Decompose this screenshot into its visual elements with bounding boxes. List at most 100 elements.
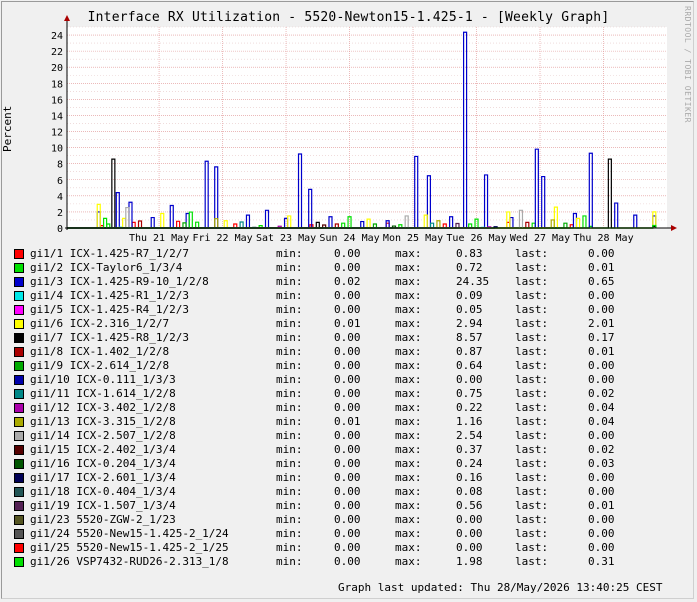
legend-last-value: 0.01 [588, 499, 615, 512]
legend-last-value: 0.01 [588, 345, 615, 358]
legend-swatch [14, 403, 24, 413]
legend-row: gi1/7 ICX-1.425-R8_1/2/3 min: 0.00 max: 8.57… [14, 331, 674, 345]
legend-min-label: min: [276, 429, 303, 442]
legend-series-name: gi1/10 ICX-0.111_1/3/3 [30, 373, 176, 386]
chart-plot: 024681012141618202224Thu 21 May Fri 22 Ma… [51, 15, 677, 244]
legend-min-label: min: [276, 289, 303, 302]
legend-last-value: 0.31 [588, 555, 615, 568]
legend-min-value: 0.00 [334, 499, 361, 512]
legend-min-label: min: [276, 387, 303, 400]
legend-min-value: 0.00 [334, 485, 361, 498]
y-tick-label: 24 [51, 31, 63, 42]
legend-row: gi1/18 ICX-0.404_1/3/4 min: 0.00 max: 0.08 la… [14, 485, 674, 499]
legend-max-label: max: [395, 289, 422, 302]
legend-min-label: min: [276, 373, 303, 386]
legend-last-label: last: [515, 317, 549, 330]
legend-swatch [14, 347, 24, 357]
legend-swatch [14, 557, 24, 567]
legend-last-value: 0.17 [588, 331, 615, 344]
legend-series-name: gi1/3 ICX-1.425-R9-10_1/2/8 [30, 275, 209, 288]
legend-last-label: last: [515, 303, 549, 316]
legend-last-label: last: [515, 261, 549, 274]
legend-swatch [14, 263, 24, 273]
y-tick-label: 10 [51, 144, 63, 155]
legend-swatch [14, 361, 24, 371]
legend-max-label: max: [395, 387, 422, 400]
legend-swatch [14, 389, 24, 399]
x-tick-label: Sun 24 May [319, 233, 379, 244]
legend-swatch [14, 319, 24, 329]
legend-min-label: min: [276, 499, 303, 512]
legend-last-label: last: [515, 401, 549, 414]
legend-min-value: 0.01 [334, 317, 361, 330]
legend-min-value: 0.00 [334, 331, 361, 344]
legend-max-label: max: [395, 541, 422, 554]
legend-row: gi1/5 ICX-1.425-R4_1/2/3 min: 0.00 max: 0.05… [14, 303, 674, 317]
legend-last-label: last: [515, 513, 549, 526]
legend-max-label: max: [395, 429, 422, 442]
legend-max-label: max: [395, 359, 422, 372]
legend-series-name: gi1/13 ICX-3.315_1/2/8 [30, 415, 176, 428]
legend-last-label: last: [515, 289, 549, 302]
legend-max-value: 0.24 [456, 457, 483, 470]
legend-row: gi1/15 ICX-2.402_1/3/4 min: 0.00 max: 0.37 la… [14, 443, 674, 457]
legend-max-value: 0.00 [456, 541, 483, 554]
legend-last-label: last: [515, 331, 549, 344]
legend-max-value: 0.56 [456, 499, 483, 512]
y-tick-label: 0 [57, 224, 63, 235]
legend-swatch [14, 305, 24, 315]
y-axis-arrow [64, 15, 70, 21]
legend-min-value: 0.00 [334, 359, 361, 372]
last-updated-footer: Graph last updated: Thu 28/May/2026 13:4… [338, 581, 663, 594]
legend-last-label: last: [515, 387, 549, 400]
legend-min-label: min: [276, 317, 303, 330]
legend-series-name: gi1/1 ICX-1.425-R7_1/2/7 [30, 247, 189, 260]
legend-min-label: min: [276, 303, 303, 316]
legend-last-value: 0.03 [588, 457, 615, 470]
legend-swatch [14, 515, 24, 525]
y-tick-label: 8 [57, 160, 63, 171]
legend-min-label: min: [276, 415, 303, 428]
x-tick-label: Tue 26 May [446, 233, 506, 244]
legend-series-name: gi1/9 ICX-2.614_1/2/8 [30, 359, 170, 372]
y-tick-label: 2 [57, 208, 63, 219]
legend-min-value: 0.01 [334, 415, 361, 428]
legend-last-value: 0.00 [588, 303, 615, 316]
legend-last-label: last: [515, 527, 549, 540]
legend-last-label: last: [515, 541, 549, 554]
legend-max-label: max: [395, 499, 422, 512]
y-tick-label: 16 [51, 95, 63, 106]
legend-swatch [14, 501, 24, 511]
legend-max-value: 1.98 [456, 555, 483, 568]
legend-row: gi1/1 ICX-1.425-R7_1/2/7 min: 0.00 max: 0.83… [14, 247, 674, 261]
legend-last-label: last: [515, 275, 549, 288]
legend-min-label: min: [276, 541, 303, 554]
legend-last-value: 2.01 [588, 317, 615, 330]
x-tick-label: Mon 25 May [383, 233, 443, 244]
legend-series-name: gi1/18 ICX-0.404_1/3/4 [30, 485, 176, 498]
legend-row: gi1/8 ICX-1.402_1/2/8 min: 0.00 max: 0.87 las… [14, 345, 674, 359]
legend-min-value: 0.00 [334, 345, 361, 358]
legend-max-value: 24.35 [456, 275, 490, 288]
legend-max-value: 0.00 [456, 527, 483, 540]
legend-swatch [14, 529, 24, 539]
legend-swatch [14, 431, 24, 441]
legend-max-value: 0.05 [456, 303, 483, 316]
legend-max-value: 0.87 [456, 345, 483, 358]
legend-min-value: 0.00 [334, 443, 361, 456]
legend-max-label: max: [395, 261, 422, 274]
legend-min-value: 0.00 [334, 261, 361, 274]
legend-min-value: 0.00 [334, 303, 361, 316]
legend-swatch [14, 473, 24, 483]
legend-last-value: 0.00 [588, 541, 615, 554]
legend-row: gi1/25 5520-New15-1.425-2_1/25 min: 0.00 ma… [14, 541, 674, 555]
legend-min-label: min: [276, 513, 303, 526]
legend-min-label: min: [276, 401, 303, 414]
legend-max-label: max: [395, 401, 422, 414]
x-tick-label: Thu 21 May [129, 233, 189, 244]
legend-swatch [14, 291, 24, 301]
legend-swatch [14, 417, 24, 427]
y-tick-label: 18 [51, 79, 63, 90]
legend-series-name: gi1/8 ICX-1.402_1/2/8 [30, 345, 170, 358]
legend-last-label: last: [515, 471, 549, 484]
